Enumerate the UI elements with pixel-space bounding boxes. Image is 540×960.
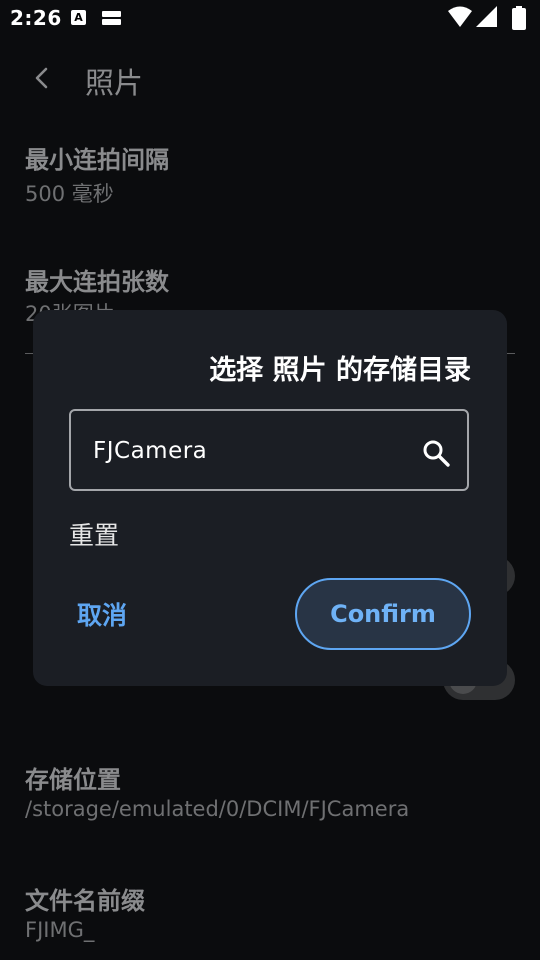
storage-directory-dialog: 选择 照片 的存储目录 重置 取消 Confirm [33,310,507,686]
cancel-button[interactable]: 取消 [77,578,177,650]
search-icon[interactable] [421,438,451,468]
directory-field[interactable] [69,409,469,491]
dialog-title: 选择 照片 的存储目录 [209,355,471,386]
directory-input[interactable] [93,435,393,467]
confirm-button[interactable]: Confirm [295,578,471,650]
reset-button[interactable]: 重置 [69,516,119,552]
screen: 2:26 A 照片 最小连拍间隔 500 毫秒 最大连拍张数 存储位置 /sto… [0,0,540,960]
